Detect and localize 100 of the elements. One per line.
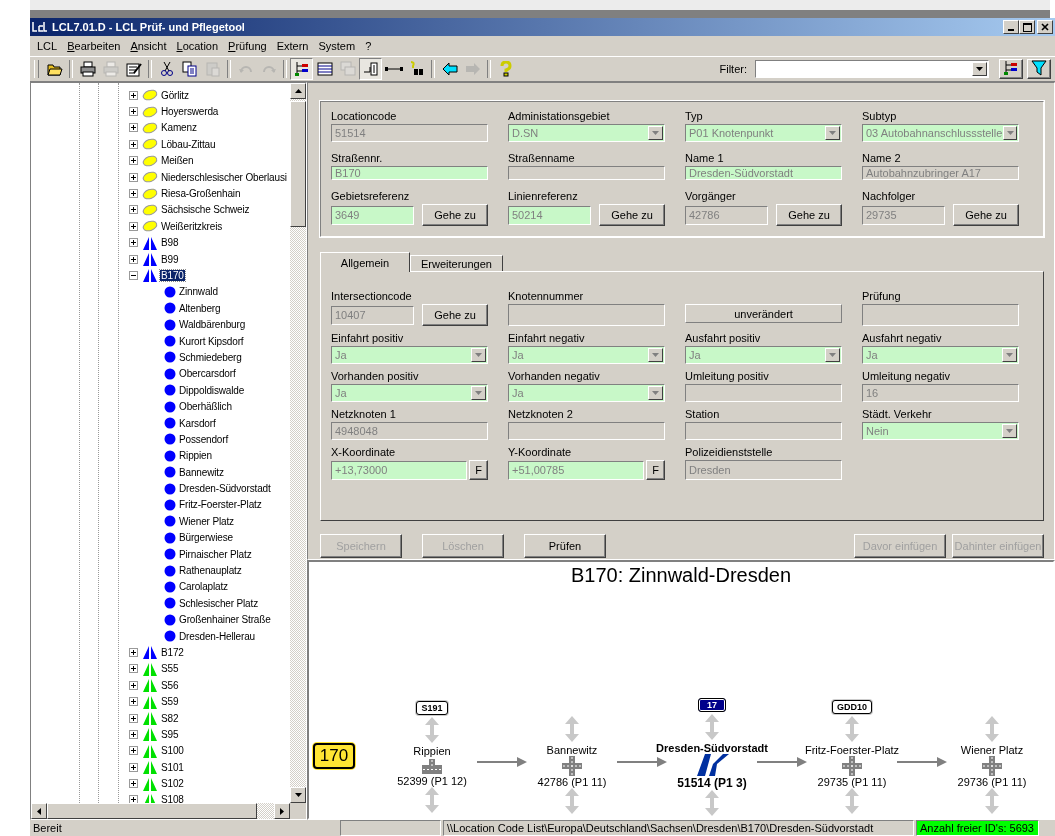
menu-item[interactable]: Ansicht — [125, 40, 172, 52]
text-field[interactable]: +51,00785 — [508, 460, 644, 480]
tree-item[interactable]: Löbau-Zittau — [160, 138, 217, 150]
tree-item[interactable]: Waldbärenburg — [178, 319, 247, 331]
tree-view-icon[interactable] — [290, 58, 313, 80]
text-field[interactable] — [862, 304, 1019, 326]
format-button[interactable]: F — [646, 460, 665, 480]
expand-icon[interactable] — [129, 729, 138, 739]
tree-item[interactable]: B170 — [160, 270, 185, 281]
format-button[interactable]: F — [469, 460, 488, 480]
tree-item[interactable]: Possendorf — [178, 433, 230, 445]
expand-icon[interactable] — [129, 238, 138, 248]
tree-item[interactable]: Dresden-Hellerau — [178, 630, 256, 642]
expand-icon[interactable] — [129, 697, 138, 707]
expand-icon[interactable] — [129, 746, 138, 756]
dropdown-field[interactable]: Ja — [685, 346, 842, 364]
goto-button[interactable]: Gehe zu — [422, 304, 488, 326]
tree-item[interactable]: B99 — [160, 253, 180, 265]
tree-item[interactable]: Oberhäßlich — [178, 401, 233, 413]
tree-item[interactable]: Bürgerwiese — [178, 532, 234, 544]
goto-button[interactable]: Gehe zu — [422, 204, 488, 226]
horizontal-scrollbar[interactable] — [31, 803, 306, 819]
tree-view-button[interactable] — [999, 59, 1023, 79]
tree-item[interactable]: Meißen — [160, 155, 195, 167]
goto-button[interactable]: Gehe zu — [776, 204, 842, 226]
dropdown-field[interactable]: Nein — [862, 422, 1019, 440]
dropdown-field[interactable]: Ja — [508, 384, 665, 402]
tree-item[interactable]: B98 — [160, 237, 180, 249]
tab[interactable]: Allgemein — [320, 252, 410, 272]
goto-button[interactable]: Gehe zu — [953, 204, 1019, 226]
status-button[interactable]: unverändert — [685, 304, 842, 323]
expand-icon[interactable] — [129, 762, 138, 772]
node-link-icon[interactable] — [359, 58, 382, 80]
tree-item[interactable]: S82 — [160, 712, 180, 724]
tree-item[interactable]: Altenberg — [178, 302, 222, 314]
menu-item[interactable]: Bearbeiten — [62, 40, 126, 52]
tree-item[interactable]: Görlitz — [160, 89, 190, 101]
dropdown-field[interactable]: 03 Autobahnanschlussstelle — [862, 124, 1019, 142]
tree-item[interactable]: Fritz-Foerster-Platz — [178, 499, 263, 511]
text-field[interactable] — [685, 422, 842, 440]
tree-item[interactable]: S59 — [160, 696, 180, 708]
tree-item[interactable]: Weißeritzkreis — [160, 220, 224, 232]
text-field[interactable] — [685, 384, 842, 402]
expand-icon[interactable] — [129, 205, 138, 215]
tree-item[interactable]: Carolaplatz — [178, 581, 229, 593]
text-field[interactable] — [508, 422, 665, 440]
tree-item[interactable]: Rathenauplatz — [178, 565, 243, 576]
expand-icon[interactable] — [129, 107, 138, 117]
goto-button[interactable]: Gehe zu — [599, 204, 665, 226]
tree-item[interactable]: Schmiedeberg — [178, 351, 243, 363]
tree-item[interactable]: Wiener Platz — [178, 515, 235, 527]
expand-icon[interactable] — [129, 172, 138, 182]
menu-item[interactable]: ? — [360, 40, 377, 52]
expand-icon[interactable] — [129, 254, 138, 264]
tree-item[interactable]: Kurort Kipsdorf — [178, 335, 245, 347]
filter-button[interactable] — [1027, 59, 1051, 79]
expand-icon[interactable] — [129, 90, 138, 100]
dropdown-field[interactable]: Ja — [508, 346, 665, 364]
expand-icon[interactable] — [129, 647, 138, 657]
expand-icon[interactable] — [129, 795, 138, 803]
menu-item[interactable]: Prüfung — [223, 40, 272, 52]
expand-icon[interactable] — [129, 680, 138, 690]
text-field[interactable] — [508, 304, 665, 326]
dropdown-field[interactable]: Ja — [331, 346, 488, 364]
tree-item[interactable]: Karsdorf — [178, 417, 217, 429]
tree-item[interactable]: Obercarsdorf — [178, 368, 237, 380]
vertical-scrollbar[interactable] — [290, 83, 306, 803]
dropdown-field[interactable]: Ja — [331, 384, 488, 402]
tree-item[interactable]: Riesa-Großenhain — [160, 188, 242, 200]
tree-item[interactable]: S101 — [160, 761, 185, 773]
expand-icon[interactable] — [129, 123, 138, 133]
filter-field[interactable] — [755, 60, 989, 78]
menu-item[interactable]: Location — [171, 40, 224, 52]
dropdown-field[interactable]: P01 Knotenpunkt — [685, 124, 842, 142]
collapse-icon[interactable] — [129, 271, 138, 280]
tree-item[interactable]: Bannewitz — [178, 466, 225, 478]
tree-item[interactable]: S108 — [160, 794, 185, 803]
tree-item[interactable]: S102 — [160, 778, 185, 790]
tree-item[interactable]: Hoyerswerda — [160, 106, 220, 118]
tree-item[interactable]: S56 — [160, 679, 180, 691]
expand-icon[interactable] — [129, 189, 138, 199]
expand-icon[interactable] — [129, 779, 138, 789]
tree-item[interactable]: Schlesischer Platz — [178, 597, 259, 609]
tree-item[interactable]: Rippien — [178, 450, 213, 462]
tree-item[interactable]: Pirnaischer Platz — [178, 548, 253, 560]
menu-item[interactable]: LCL — [32, 40, 63, 52]
tree-item[interactable]: Dippoldiswalde — [178, 384, 246, 396]
tree-item[interactable]: Dresden-Südvorstadt — [178, 483, 272, 495]
close-button[interactable] — [1037, 20, 1053, 34]
expand-icon[interactable] — [129, 221, 138, 231]
tree-item[interactable]: S100 — [160, 745, 185, 757]
tree-item[interactable]: S95 — [160, 728, 180, 740]
tree-item[interactable]: Zinnwald — [178, 286, 219, 298]
dropdown-field[interactable]: Ja — [862, 346, 1019, 364]
menu-item[interactable]: System — [313, 40, 361, 52]
expand-icon[interactable] — [129, 156, 138, 166]
tree-item[interactable]: S55 — [160, 663, 180, 675]
expand-icon[interactable] — [129, 664, 138, 674]
menu-item[interactable]: Extern — [271, 40, 314, 52]
expand-icon[interactable] — [129, 713, 138, 723]
